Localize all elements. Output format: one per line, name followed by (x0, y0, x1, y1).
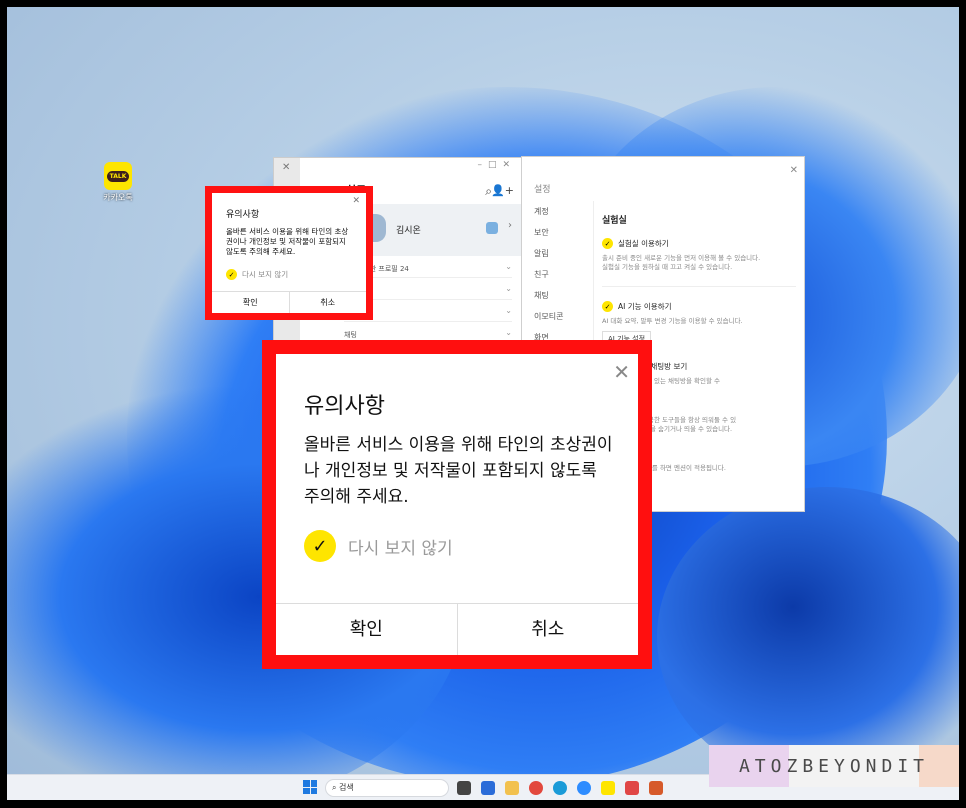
profile-badge-icon (486, 222, 498, 234)
kakaotalk-taskbar-icon[interactable] (601, 781, 615, 795)
dialog-body: 올바른 서비스 이용을 위해 타인의 초상권이나 개인정보 및 저작물이 포함되… (304, 435, 613, 507)
notice-dialog-small: ✕ 유의사항 올바른 서비스 이용을 위해 타인의 초상권이나 개인정보 및 저… (212, 193, 366, 313)
checkmark-icon: ✓ (226, 269, 237, 280)
dialog-body: 올바른 서비스 이용을 위해 타인의 초상권이나 개인정보 및 저작물이 포함되… (226, 227, 349, 256)
add-friend-icon[interactable]: 👤+ (491, 184, 514, 197)
snipping-tool-icon[interactable] (649, 781, 663, 795)
chevron-down-icon: ⌄ (505, 262, 512, 271)
kakaotalk-desktop-shortcut[interactable]: TALK 카카오톡 (100, 162, 136, 203)
close-icon[interactable]: ✕ (790, 165, 798, 176)
profile-name: 김시온 (396, 226, 421, 236)
settings-nav-item[interactable]: 이모티콘 (522, 306, 593, 327)
chevron-right-icon: › (508, 220, 512, 231)
close-icon[interactable]: ✕ (352, 196, 360, 206)
watermark-text: ATOZBEYONDIT (738, 756, 930, 777)
checkmark-icon[interactable]: ✓ (602, 301, 613, 312)
widgets-icon[interactable] (481, 781, 495, 795)
file-explorer-icon[interactable] (505, 781, 519, 795)
task-view-icon[interactable] (457, 781, 471, 795)
dialog-buttons: 확인 취소 (276, 603, 638, 655)
taskbar-search-input[interactable]: ⌕ 검색 (325, 779, 449, 797)
checkmark-icon: ✓ (304, 530, 336, 562)
dont-show-again-checkbox[interactable]: ✓ 다시 보지 않기 (226, 269, 288, 280)
settings-nav-item[interactable]: 계정 (522, 201, 593, 222)
confirm-button[interactable]: 확인 (276, 604, 457, 655)
edge-icon[interactable] (553, 781, 567, 795)
settings-option: ✓ 실험실 이용하기 출시 준비 중인 새로운 기능을 먼저 이용해 볼 수 있습… (602, 238, 761, 271)
checkmark-icon[interactable]: ✓ (602, 238, 613, 249)
dialog-title: 유의사항 (304, 394, 385, 419)
app-icon[interactable] (625, 781, 639, 795)
dialog-buttons: 확인 취소 (212, 291, 366, 313)
settings-title: 설정 (534, 185, 551, 195)
windows-start-icon[interactable] (303, 780, 317, 794)
desktop-icon-label: 카카오톡 (103, 193, 133, 202)
cancel-button[interactable]: 취소 (288, 292, 366, 313)
close-icon[interactable]: ✕ (282, 162, 290, 173)
chevron-down-icon: ⌄ (505, 284, 512, 293)
settings-nav-item[interactable]: 알림 (522, 243, 593, 264)
chrome-icon[interactable] (529, 781, 543, 795)
settings-nav-item[interactable]: 친구 (522, 264, 593, 285)
chevron-down-icon: ⌄ (505, 328, 512, 337)
window-controls[interactable]: –□✕ (477, 160, 516, 170)
settings-nav-item[interactable]: 채팅 (522, 285, 593, 306)
settings-heading: 실험실 (602, 216, 627, 226)
dont-show-again-checkbox[interactable]: ✓ 다시 보지 않기 (304, 530, 453, 562)
watermark: ATOZBEYONDIT (709, 745, 959, 787)
confirm-button[interactable]: 확인 (212, 292, 289, 313)
zoom-icon[interactable] (577, 781, 591, 795)
divider (602, 286, 796, 287)
cancel-button[interactable]: 취소 (456, 604, 638, 655)
chevron-down-icon: ⌄ (505, 306, 512, 315)
notice-dialog-zoomed: ✕ 유의사항 올바른 서비스 이용을 위해 타인의 초상권이나 개인정보 및 저… (276, 354, 638, 655)
dialog-title: 유의사항 (226, 210, 260, 220)
close-icon[interactable]: ✕ (613, 360, 630, 384)
settings-nav-item[interactable]: 보안 (522, 222, 593, 243)
kakaotalk-icon: TALK (104, 162, 132, 190)
